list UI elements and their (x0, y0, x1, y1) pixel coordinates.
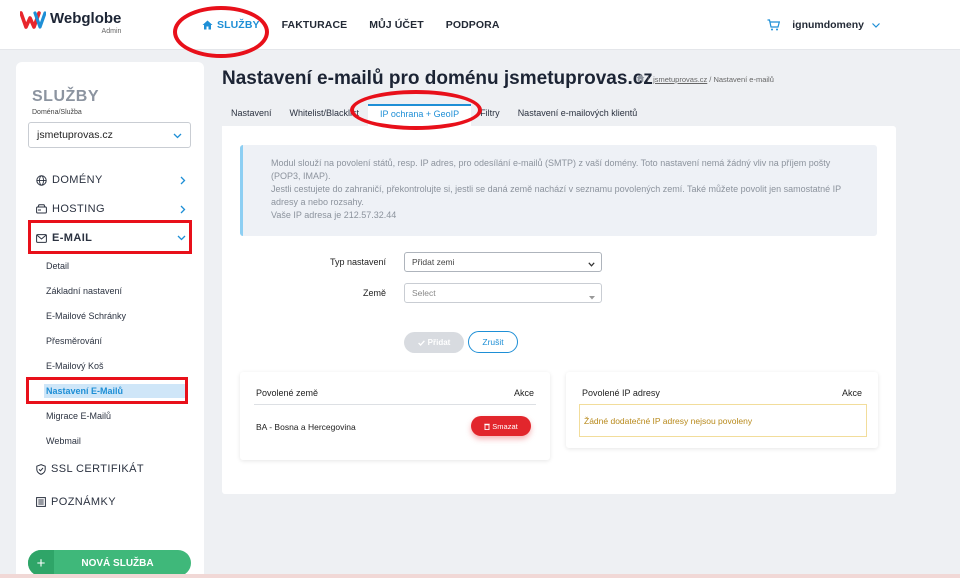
tabs: Nastavení Whitelist/Blacklist IP ochrana… (222, 104, 647, 126)
user-name: ignumdomeny (792, 19, 864, 31)
tab-ip-ochrana[interactable]: IP ochrana + GeoIP (368, 104, 472, 126)
email-sub-migrace[interactable]: Migrace E-Mailů (46, 411, 111, 421)
countries-action-header: Akce (513, 388, 534, 398)
country-label: Země (362, 288, 386, 298)
email-sub-detail[interactable]: Detail (46, 261, 69, 271)
mail-icon (36, 233, 47, 243)
top-bar: Webglobe Admin SLUŽBY FAKTURACE MŮJ ÚČET… (0, 0, 960, 50)
email-sub-kos[interactable]: E-Mailový Koš (46, 361, 104, 371)
shield-icon (36, 463, 46, 475)
info-text-3: Vaše IP adresa je 212.57.32.44 (271, 210, 397, 220)
breadcrumb: / jsmetuprovas.cz / Nastavení e-mailů (636, 74, 774, 84)
breadcrumb-current: Nastavení e-mailů (713, 74, 774, 84)
delete-button[interactable]: Smazat (471, 416, 531, 436)
country-select[interactable]: Select (404, 283, 602, 303)
cancel-button[interactable]: Zrušit (468, 331, 518, 353)
sidebar-item-domeny[interactable]: DOMÉNY (36, 174, 186, 186)
sidebar-item-label: POZNÁMKY (51, 496, 116, 508)
sidebar-item-email[interactable]: E-MAIL (36, 232, 186, 244)
webglobe-logo-icon (19, 10, 47, 30)
info-box: Modul slouží na povolení států, resp. IP… (240, 145, 877, 236)
info-text-1: Modul slouží na povolení států, resp. IP… (271, 158, 831, 181)
home-icon (202, 20, 213, 30)
topnav-sluzby[interactable]: SLUŽBY (202, 19, 260, 31)
email-sub-webmail[interactable]: Webmail (46, 436, 81, 446)
user-menu[interactable]: ignumdomeny (767, 0, 880, 50)
globe-icon (36, 174, 47, 186)
page-title: Nastavení e-mailů pro doménu jsmetuprova… (222, 68, 653, 89)
country-select-placeholder: Select (412, 288, 436, 298)
domain-label: Doména/Služba (32, 109, 82, 116)
cart-icon[interactable] (767, 19, 781, 31)
new-service-button[interactable]: + NOVÁ SLUŽBA (28, 550, 191, 576)
brand-sub: Admin (101, 28, 122, 35)
top-nav: SLUŽBY FAKTURACE MŮJ ÚČET PODPORA (202, 0, 522, 50)
allowed-countries-card: Povolené země Akce BA - Bosna a Hercegov… (240, 372, 550, 460)
sidebar-title: SLUŽBY (32, 88, 99, 105)
ips-header: Povolené IP adresy (582, 388, 660, 398)
notes-icon (36, 497, 46, 507)
brand-name: Webglobe (50, 10, 122, 27)
sidebar-item-label: E-MAIL (52, 232, 93, 244)
sidebar: SLUŽBY Doména/Služba jsmetuprovas.cz DOM… (16, 62, 204, 578)
chevron-down-icon (177, 235, 186, 241)
allowed-ips-card: Povolené IP adresy Akce Žádné dodatečné … (566, 372, 878, 448)
sidebar-item-label: DOMÉNY (52, 174, 103, 186)
add-button[interactable]: Přidat (404, 332, 464, 353)
new-service-label: NOVÁ SLUŽBA (81, 557, 154, 569)
countries-header: Povolené země (256, 388, 319, 398)
country-row: BA - Bosna a Hercegovina (256, 422, 356, 432)
logo[interactable]: Webglobe Admin (19, 10, 122, 36)
chevron-down-icon (173, 130, 182, 142)
sidebar-item-ssl[interactable]: SSL CERTIFIKÁT (36, 463, 186, 475)
divider (254, 404, 536, 405)
delete-button-label: Smazat (492, 421, 518, 431)
breadcrumb-domain-link[interactable]: jsmetuprovas.cz (653, 75, 707, 84)
email-sub-zakladni[interactable]: Základní nastavení (46, 286, 122, 296)
domain-select[interactable]: jsmetuprovas.cz (28, 122, 191, 148)
chevron-right-icon (180, 176, 186, 185)
topnav-sluzby-label: SLUŽBY (217, 19, 260, 31)
server-icon (36, 204, 47, 214)
tab-klienti[interactable]: Nastavení e-mailových klientů (509, 104, 647, 126)
chevron-down-icon (872, 22, 880, 28)
caret-down-icon (589, 292, 595, 302)
ips-action-header: Akce (841, 388, 862, 398)
email-sub-nastaveni[interactable]: Nastavení E-Mailů (44, 384, 185, 398)
sidebar-item-label: HOSTING (52, 203, 105, 215)
check-icon (417, 339, 425, 346)
home-icon[interactable] (636, 74, 645, 84)
no-ips-notice: Žádné dodatečné IP adresy nejsou povolen… (579, 404, 867, 437)
ip-geo-panel: Modul slouží na povolení států, resp. IP… (222, 126, 896, 494)
tab-whitelist[interactable]: Whitelist/Blacklist (281, 104, 369, 126)
email-sub-schranky[interactable]: E-Mailové Schránky (46, 311, 126, 321)
sidebar-item-poznamky[interactable]: POZNÁMKY (36, 496, 186, 508)
topnav-fakturace[interactable]: FAKTURACE (282, 19, 348, 31)
bottom-strip (0, 574, 960, 578)
add-button-label: Přidat (427, 338, 451, 347)
type-select-value: Přidat zemi (412, 257, 455, 267)
tab-nastaveni[interactable]: Nastavení (222, 104, 281, 126)
chevron-right-icon (180, 205, 186, 214)
plus-icon: + (28, 550, 54, 576)
trash-icon (484, 423, 490, 430)
tab-filtry[interactable]: Filtry (471, 104, 509, 126)
type-label: Typ nastavení (329, 257, 386, 267)
sidebar-item-label: SSL CERTIFIKÁT (51, 463, 145, 475)
info-text-2: Jestli cestujete do zahraničí, překontro… (271, 184, 841, 207)
chevron-down-icon (588, 259, 595, 269)
sidebar-item-hosting[interactable]: HOSTING (36, 203, 186, 215)
domain-select-value: jsmetuprovas.cz (37, 129, 113, 141)
type-select[interactable]: Přidat zemi (404, 252, 602, 272)
topnav-podpora[interactable]: PODPORA (446, 19, 500, 31)
topnav-muj-ucet[interactable]: MŮJ ÚČET (369, 19, 423, 31)
email-sub-presmerovani[interactable]: Přesměrování (46, 336, 102, 346)
